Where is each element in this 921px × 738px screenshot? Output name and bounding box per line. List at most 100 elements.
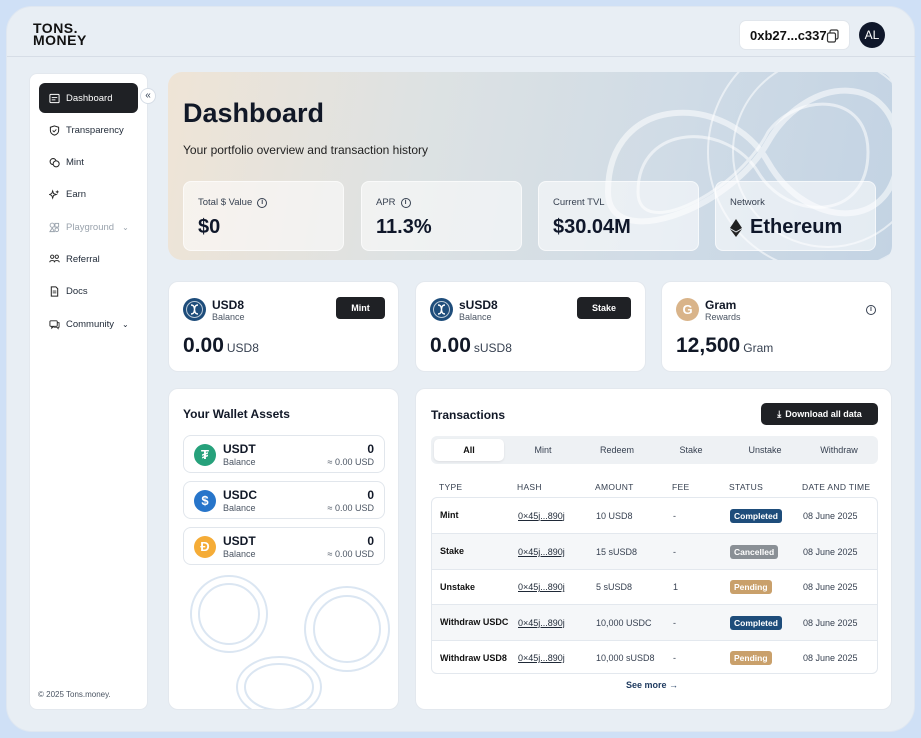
status-badge: Pending — [730, 651, 772, 666]
cell-fee: - — [673, 546, 676, 557]
wallet-address-button[interactable]: 0xb27...c337 — [739, 20, 850, 50]
sidebar-item-earn[interactable]: Earn — [39, 179, 138, 209]
stake-button[interactable]: Stake — [577, 297, 631, 319]
chat-icon — [49, 319, 60, 330]
cell-fee: - — [673, 617, 676, 628]
balance-name: USD8 — [212, 298, 245, 312]
asset-name: USDC — [223, 488, 258, 502]
stat-total-value: Total $ Value i $0 — [183, 181, 344, 251]
balance-card-gram: G Gram Rewards i 12,500 Gram — [661, 281, 892, 372]
logo[interactable]: TONS. MONEY — [33, 21, 87, 47]
asset-value: 0 — [367, 442, 374, 456]
mint-button[interactable]: Mint — [336, 297, 385, 319]
cell-hash[interactable]: 0×45j...890j — [518, 570, 565, 605]
tab-stake[interactable]: Stake — [656, 439, 726, 461]
dashboard-hero: Dashboard Your portfolio overview and tr… — [168, 72, 892, 260]
tab-withdraw[interactable]: Withdraw — [804, 439, 874, 461]
cell-hash[interactable]: 0×45j...890j — [518, 498, 565, 533]
cell-fee: - — [673, 653, 676, 664]
sidebar-item-community[interactable]: Community ⌄ — [39, 309, 138, 339]
cell-date: 08 June 2025 — [803, 582, 858, 593]
balance-sub: Balance — [459, 312, 492, 322]
avatar[interactable]: AL — [859, 22, 885, 48]
asset-row[interactable]: ₮ USDT Balance 0 ≈ 0.00 USD — [183, 435, 385, 473]
sidebar: Dashboard Transparency Mint Earn Playgro… — [29, 73, 148, 710]
asset-value: 0 — [367, 534, 374, 548]
info-icon[interactable]: i — [400, 197, 411, 208]
cell-status: Cancelled — [730, 534, 779, 569]
cell-hash[interactable]: 0×45j...890j — [518, 534, 565, 569]
stat-current-tvl: Current TVL $30.04M — [538, 181, 699, 251]
balance-amount: 12,500 Gram — [676, 334, 773, 358]
cell-date: 08 June 2025 — [803, 653, 858, 664]
susd8-token-icon — [430, 298, 453, 321]
asset-row[interactable]: Ð USDT Balance 0 ≈ 0.00 USD — [183, 527, 385, 565]
stat-value: $30.04M — [553, 216, 631, 238]
asset-name: USDT — [223, 442, 256, 456]
info-icon[interactable]: i — [257, 197, 268, 208]
double-chevron-left-icon: « — [145, 90, 151, 101]
copy-icon[interactable] — [826, 29, 840, 43]
cell-date: 08 June 2025 — [803, 510, 858, 521]
transaction-tabs: All Mint Redeem Stake Unstake Withdraw — [431, 436, 878, 464]
stat-value-text: Ethereum — [750, 216, 843, 238]
download-label: Download all data — [785, 409, 862, 419]
cell-type: Mint — [440, 510, 459, 520]
stat-label-text: Total $ Value — [198, 197, 253, 208]
document-icon — [50, 285, 59, 297]
info-icon[interactable]: i — [866, 305, 876, 315]
cell-hash[interactable]: 0×45j...890j — [518, 605, 565, 640]
stat-label: APR i — [376, 197, 411, 208]
balance-card-susd8: sUSD8 Balance Stake 0.00 sUSD8 — [415, 281, 646, 372]
cell-amount: 5 sUSD8 — [596, 582, 633, 593]
sidebar-item-playground[interactable]: Playground ⌄ — [39, 212, 138, 242]
download-all-button[interactable]: ⤓ Download all data — [761, 403, 878, 425]
stat-label-text: Current TVL — [553, 197, 605, 208]
table-row[interactable]: Unstake 0×45j...890j 5 sUSD8 1 Pending 0… — [432, 568, 877, 605]
usd8-token-icon — [183, 298, 206, 321]
sidebar-item-mint[interactable]: Mint — [39, 147, 138, 177]
coins-decoration-icon — [190, 575, 390, 709]
tab-mint[interactable]: Mint — [508, 439, 578, 461]
sidebar-item-dashboard[interactable]: Dashboard — [39, 83, 138, 113]
balance-unit: sUSD8 — [473, 341, 512, 355]
copyright: © 2025 Tons.money. — [38, 690, 111, 699]
asset-usd: ≈ 0.00 USD — [327, 457, 374, 467]
cell-type: Withdraw USD8 — [440, 652, 507, 663]
chevron-down-icon: ⌄ — [122, 319, 129, 329]
cell-type: Unstake — [440, 581, 476, 592]
sidebar-item-transparency[interactable]: Transparency — [39, 115, 138, 145]
table-row[interactable]: Mint 0×45j...890j 10 USD8 - Completed 08… — [432, 498, 877, 533]
asset-sub: Balance — [223, 457, 256, 467]
asset-row[interactable]: $ USDC Balance 0 ≈ 0.00 USD — [183, 481, 385, 519]
see-more-label: See more — [626, 680, 667, 690]
ethereum-icon — [730, 218, 742, 237]
usdt-token-icon: ₮ — [194, 444, 216, 466]
sidebar-item-label: Earn — [66, 188, 87, 200]
collapse-sidebar-button[interactable]: « — [140, 88, 156, 104]
stat-apr: APR i 11.3% — [361, 181, 522, 251]
tab-all[interactable]: All — [434, 439, 504, 461]
column-header: DATE AND TIME — [802, 482, 871, 492]
tab-unstake[interactable]: Unstake — [730, 439, 800, 461]
status-badge: Pending — [730, 580, 772, 595]
column-header: STATUS — [729, 482, 764, 492]
cell-hash[interactable]: 0×45j...890j — [518, 641, 565, 673]
cell-status: Completed — [730, 498, 782, 533]
table-row[interactable]: Stake 0×45j...890j 15 sUSD8 - Cancelled … — [432, 533, 877, 569]
transactions-table: Mint 0×45j...890j 10 USD8 - Completed 08… — [431, 497, 878, 674]
sidebar-item-referral[interactable]: Referral — [39, 244, 138, 274]
see-more-link[interactable]: See more → — [626, 680, 678, 690]
table-row[interactable]: Withdraw USDC 0×45j...890j 10,000 USDC -… — [432, 604, 877, 640]
asset-value: 0 — [367, 488, 374, 502]
tab-redeem[interactable]: Redeem — [582, 439, 652, 461]
stat-network: Network Ethereum — [715, 181, 876, 251]
column-header: AMOUNT — [595, 482, 634, 492]
sidebar-item-docs[interactable]: Docs — [39, 276, 138, 306]
balance-unit: Gram — [743, 341, 774, 355]
sidebar-item-label: Transparency — [66, 124, 124, 136]
wallet-address: 0xb27...c337 — [750, 28, 827, 43]
table-row[interactable]: Withdraw USD8 0×45j...890j 10,000 sUSD8 … — [432, 639, 877, 673]
balance-sub: Rewards — [705, 312, 741, 322]
status-badge: Cancelled — [730, 544, 779, 559]
